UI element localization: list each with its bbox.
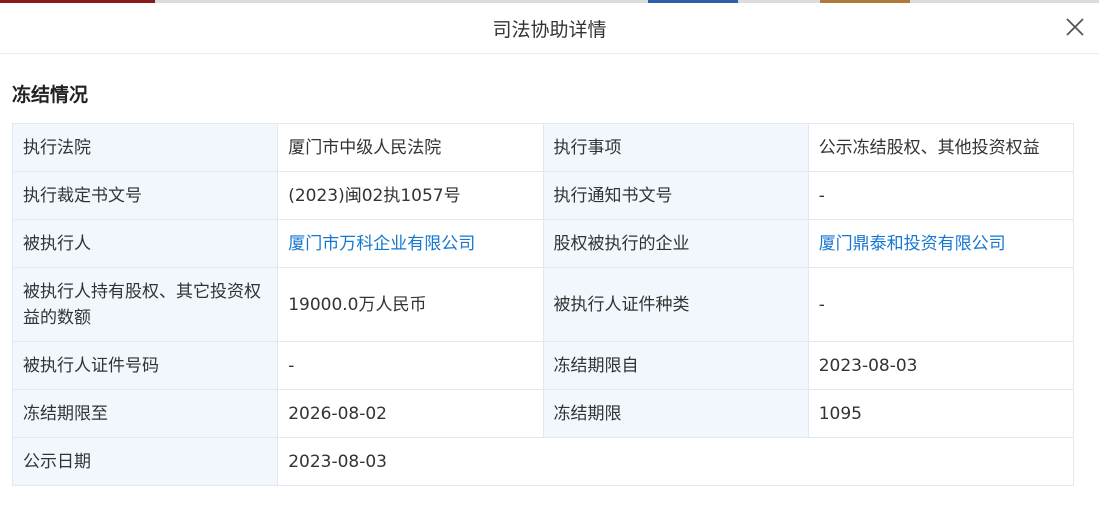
field-value: - [807,171,1075,220]
close-icon [1066,18,1084,36]
field-label: 执行裁定书文号 [11,171,279,220]
freeze-detail-table: 执行法院 厦门市中级人民法院 执行事项 公示冻结股权、其他投资权益 执行裁定书文… [11,123,1075,486]
field-value: - [807,267,1075,342]
table-row: 冻结期限至 2026-08-02 冻结期限 1095 [11,389,1075,438]
field-value: 2023-08-03 [277,437,1074,486]
field-label: 执行法院 [11,123,279,172]
table-row: 被执行人证件号码 - 冻结期限自 2023-08-03 [11,341,1075,390]
field-label: 被执行人证件种类 [542,267,809,342]
field-label: 公示日期 [11,437,279,486]
field-value: (2023)闽02执1057号 [277,171,544,220]
field-value: 1095 [807,389,1075,438]
table-row: 执行法院 厦门市中级人民法院 执行事项 公示冻结股权、其他投资权益 [11,123,1075,172]
field-label: 被执行人持有股权、其它投资权益的数额 [11,267,279,342]
table-row: 被执行人 厦门市万科企业有限公司 股权被执行的企业 厦门鼎泰和投资有限公司 [11,219,1075,268]
table-row: 执行裁定书文号 (2023)闽02执1057号 执行通知书文号 - [11,171,1075,220]
field-label: 冻结期限 [542,389,809,438]
section-title: 冻结情况 [12,84,89,106]
field-label: 冻结期限至 [11,389,279,438]
field-value: 厦门市中级人民法院 [277,123,544,172]
field-label: 冻结期限自 [542,341,809,390]
field-value: 公示冻结股权、其他投资权益 [807,123,1075,172]
close-button[interactable] [1063,15,1087,39]
table-row: 被执行人持有股权、其它投资权益的数额 19000.0万人民币 被执行人证件种类 … [11,267,1075,342]
dialog-title: 司法协助详情 [492,19,607,41]
field-value: - [277,341,544,390]
field-value: 19000.0万人民币 [277,267,544,342]
field-label: 执行事项 [542,123,809,172]
field-label: 股权被执行的企业 [542,219,809,268]
dialog-header: 司法协助详情 [0,3,1099,54]
executed-party-link[interactable]: 厦门市万科企业有限公司 [277,219,544,268]
field-value: 2023-08-03 [807,341,1075,390]
field-label: 执行通知书文号 [542,171,809,220]
field-label: 被执行人 [11,219,279,268]
field-value: 2026-08-02 [277,389,544,438]
equity-company-link[interactable]: 厦门鼎泰和投资有限公司 [807,219,1075,268]
table-row: 公示日期 2023-08-03 [11,437,1074,486]
field-label: 被执行人证件号码 [11,341,279,390]
